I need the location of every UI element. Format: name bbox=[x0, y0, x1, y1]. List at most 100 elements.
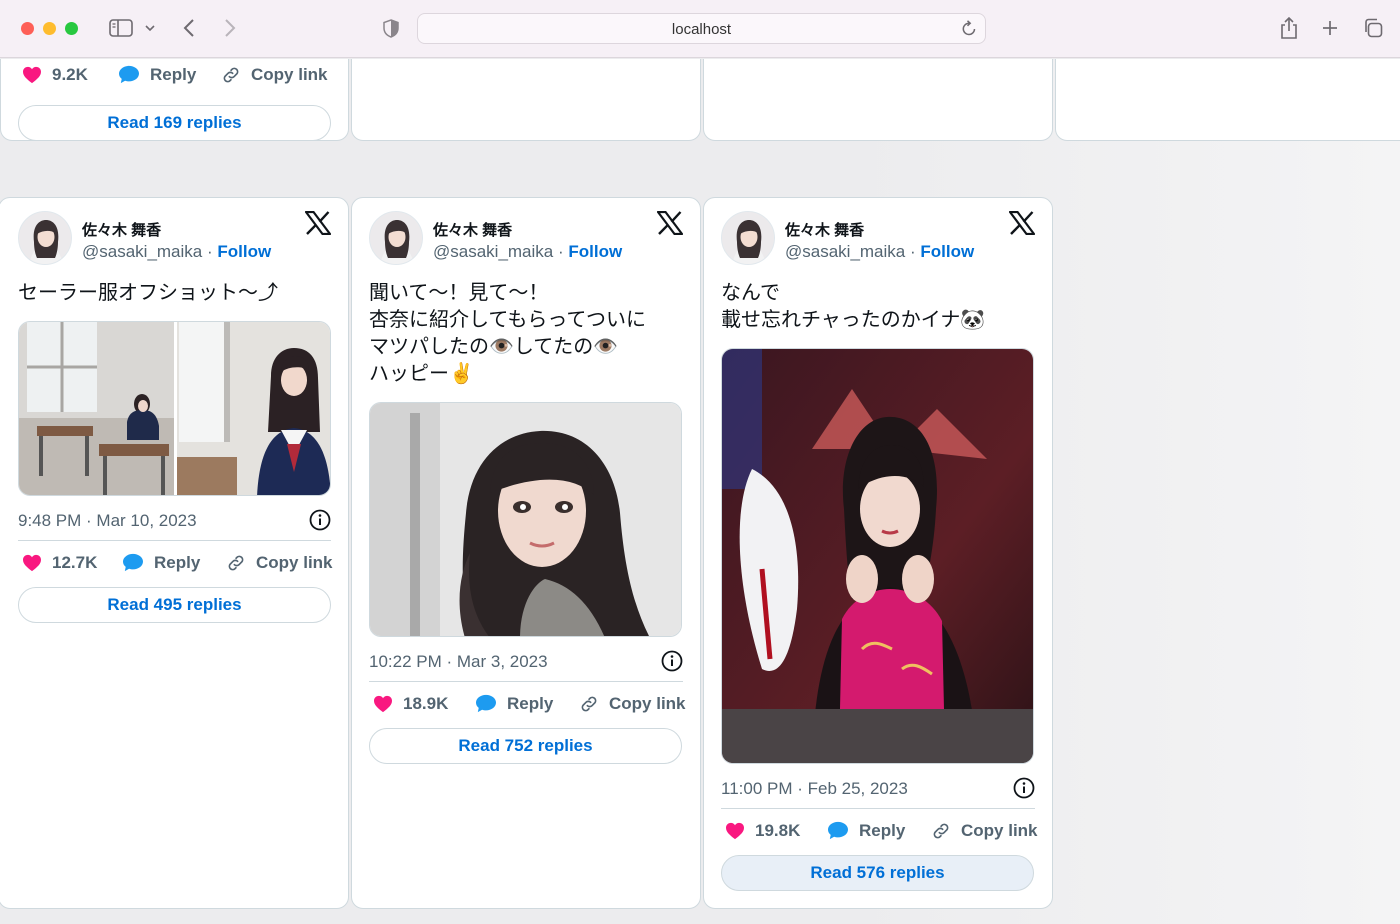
url-text: localhost bbox=[671, 21, 732, 38]
tweet-photo[interactable] bbox=[369, 402, 682, 637]
share-icon[interactable] bbox=[1278, 14, 1300, 42]
tab-overview-icon[interactable] bbox=[1362, 14, 1384, 42]
reply-bubble-icon bbox=[119, 65, 139, 84]
reply-button[interactable]: Reply bbox=[827, 821, 905, 841]
heart-icon bbox=[374, 695, 392, 713]
user-handle[interactable]: @sasaki_maika bbox=[82, 242, 202, 261]
minimize-window-button[interactable] bbox=[43, 22, 56, 35]
tweet-text: セーラー服オフショット〜⤴︎ bbox=[18, 282, 278, 304]
reply-button[interactable]: Reply bbox=[475, 694, 553, 714]
reply-label: Reply bbox=[154, 553, 201, 572]
x-logo-icon[interactable] bbox=[1008, 210, 1036, 240]
link-icon bbox=[223, 67, 239, 83]
copy-link-button[interactable]: Copy link bbox=[579, 694, 686, 714]
heart-icon bbox=[23, 554, 41, 572]
link-icon bbox=[933, 823, 949, 839]
tweet-actions: 12.7K Reply Copy link bbox=[18, 553, 348, 579]
tweet-meta: 11:00 PM · Feb 25, 2023 bbox=[721, 777, 1035, 801]
copy-link-label: Copy link bbox=[251, 65, 328, 84]
avatar[interactable] bbox=[721, 211, 775, 265]
user-handle[interactable]: @sasaki_maika bbox=[785, 242, 905, 261]
timestamp[interactable]: 9:48 PM · Mar 10, 2023 bbox=[18, 511, 197, 531]
tweet-header: 佐々木 舞香 @sasaki_maika · Follow bbox=[369, 210, 684, 267]
reply-bubble-icon bbox=[123, 553, 143, 572]
copy-link-label: Copy link bbox=[609, 694, 686, 713]
x-logo-icon[interactable] bbox=[304, 210, 332, 240]
handle-line: @sasaki_maika · Follow bbox=[82, 242, 271, 262]
tweet-card-partial: 9.2K Reply Copy link Read 169 replies bbox=[0, 59, 349, 141]
tweet-actions: 9.2K Reply Copy link bbox=[18, 65, 348, 91]
separator-dot: · bbox=[206, 242, 213, 261]
like-count: 12.7K bbox=[52, 553, 98, 572]
heart-icon bbox=[726, 822, 744, 840]
forward-icon[interactable] bbox=[221, 14, 239, 42]
tweet-photo[interactable] bbox=[721, 348, 1034, 764]
tweet-photo-classroom-wide[interactable] bbox=[19, 322, 174, 496]
user-handle[interactable]: @sasaki_maika bbox=[433, 242, 553, 261]
like-count: 9.2K bbox=[52, 65, 88, 84]
info-icon[interactable] bbox=[1013, 777, 1035, 804]
tweet-card: 佐々木 舞香 @sasaki_maika · Follow なんで 載せ忘れチャ… bbox=[703, 197, 1053, 909]
tweet-card-partial-empty bbox=[703, 59, 1053, 141]
read-replies-button[interactable]: Read 752 replies bbox=[369, 728, 682, 764]
x-logo-icon[interactable] bbox=[656, 210, 684, 240]
close-window-button[interactable] bbox=[21, 22, 34, 35]
reload-icon[interactable] bbox=[961, 20, 977, 42]
new-tab-icon[interactable] bbox=[1320, 14, 1340, 42]
back-icon[interactable] bbox=[180, 14, 198, 42]
follow-link[interactable]: Follow bbox=[217, 242, 271, 261]
tweet-header: 佐々木 舞香 @sasaki_maika · Follow bbox=[721, 210, 1036, 267]
sidebar-toggle-icon[interactable] bbox=[108, 14, 134, 42]
display-name[interactable]: 佐々木 舞香 bbox=[82, 219, 161, 240]
avatar[interactable] bbox=[369, 211, 423, 265]
copy-link-label: Copy link bbox=[961, 821, 1038, 840]
zoom-window-button[interactable] bbox=[65, 22, 78, 35]
reply-bubble-icon bbox=[476, 694, 496, 713]
tweet-photo-grid[interactable] bbox=[18, 321, 331, 496]
reply-bubble-icon bbox=[828, 821, 848, 840]
tweet-meta: 10:22 PM · Mar 3, 2023 bbox=[369, 650, 683, 674]
like-button[interactable]: 19.8K bbox=[725, 821, 800, 841]
display-name[interactable]: 佐々木 舞香 bbox=[785, 219, 864, 240]
tweet-grid: 9.2K Reply Copy link Read 169 replies 佐々… bbox=[0, 59, 1400, 924]
privacy-shield-icon[interactable] bbox=[381, 14, 401, 42]
timestamp[interactable]: 10:22 PM · Mar 3, 2023 bbox=[369, 652, 548, 672]
copy-link-button[interactable]: Copy link bbox=[226, 553, 333, 573]
link-icon bbox=[228, 555, 244, 571]
separator-dot: · bbox=[557, 242, 564, 261]
reply-button[interactable]: Reply bbox=[122, 553, 200, 573]
tweet-card-partial-empty bbox=[351, 59, 701, 141]
copy-link-button[interactable]: Copy link bbox=[931, 821, 1038, 841]
address-bar[interactable]: localhost bbox=[417, 13, 986, 44]
tweet-text: なんで 載せ忘れチャったのかイナ🐼 bbox=[721, 282, 986, 331]
timestamp[interactable]: 11:00 PM · Feb 25, 2023 bbox=[721, 779, 908, 799]
read-replies-button[interactable]: Read 495 replies bbox=[18, 587, 331, 623]
read-replies-button[interactable]: Read 169 replies bbox=[18, 105, 331, 141]
link-icon bbox=[581, 696, 597, 712]
chevron-down-icon[interactable] bbox=[143, 14, 157, 42]
copy-link-label: Copy link bbox=[256, 553, 333, 572]
reply-label: Reply bbox=[507, 694, 554, 713]
reply-button[interactable]: Reply bbox=[118, 65, 196, 85]
info-icon[interactable] bbox=[661, 650, 683, 677]
like-button[interactable]: 18.9K bbox=[373, 694, 448, 714]
like-count: 19.8K bbox=[755, 821, 801, 840]
divider bbox=[18, 540, 331, 541]
tweet-photo-classroom-closeup[interactable] bbox=[177, 322, 331, 496]
like-button[interactable]: 12.7K bbox=[22, 553, 97, 573]
read-replies-button[interactable]: Read 576 replies bbox=[721, 855, 1034, 891]
heart-icon bbox=[23, 66, 41, 84]
like-button[interactable]: 9.2K bbox=[22, 65, 88, 85]
tweet-card: 佐々木 舞香 @sasaki_maika · Follow セーラー服オフショッ… bbox=[0, 197, 349, 909]
reply-label: Reply bbox=[150, 65, 197, 84]
tweet-text: 聞いて〜！見て〜！ 杏奈に紹介してもらってついに マツパしたの👁️してたの👁️ … bbox=[369, 282, 646, 385]
display-name[interactable]: 佐々木 舞香 bbox=[433, 219, 512, 240]
follow-link[interactable]: Follow bbox=[568, 242, 622, 261]
handle-line: @sasaki_maika · Follow bbox=[785, 242, 974, 262]
like-count: 18.9K bbox=[403, 694, 449, 713]
avatar[interactable] bbox=[18, 211, 72, 265]
tweet-meta: 9:48 PM · Mar 10, 2023 bbox=[18, 509, 331, 533]
copy-link-button[interactable]: Copy link bbox=[221, 65, 328, 85]
info-icon[interactable] bbox=[309, 509, 331, 536]
follow-link[interactable]: Follow bbox=[920, 242, 974, 261]
